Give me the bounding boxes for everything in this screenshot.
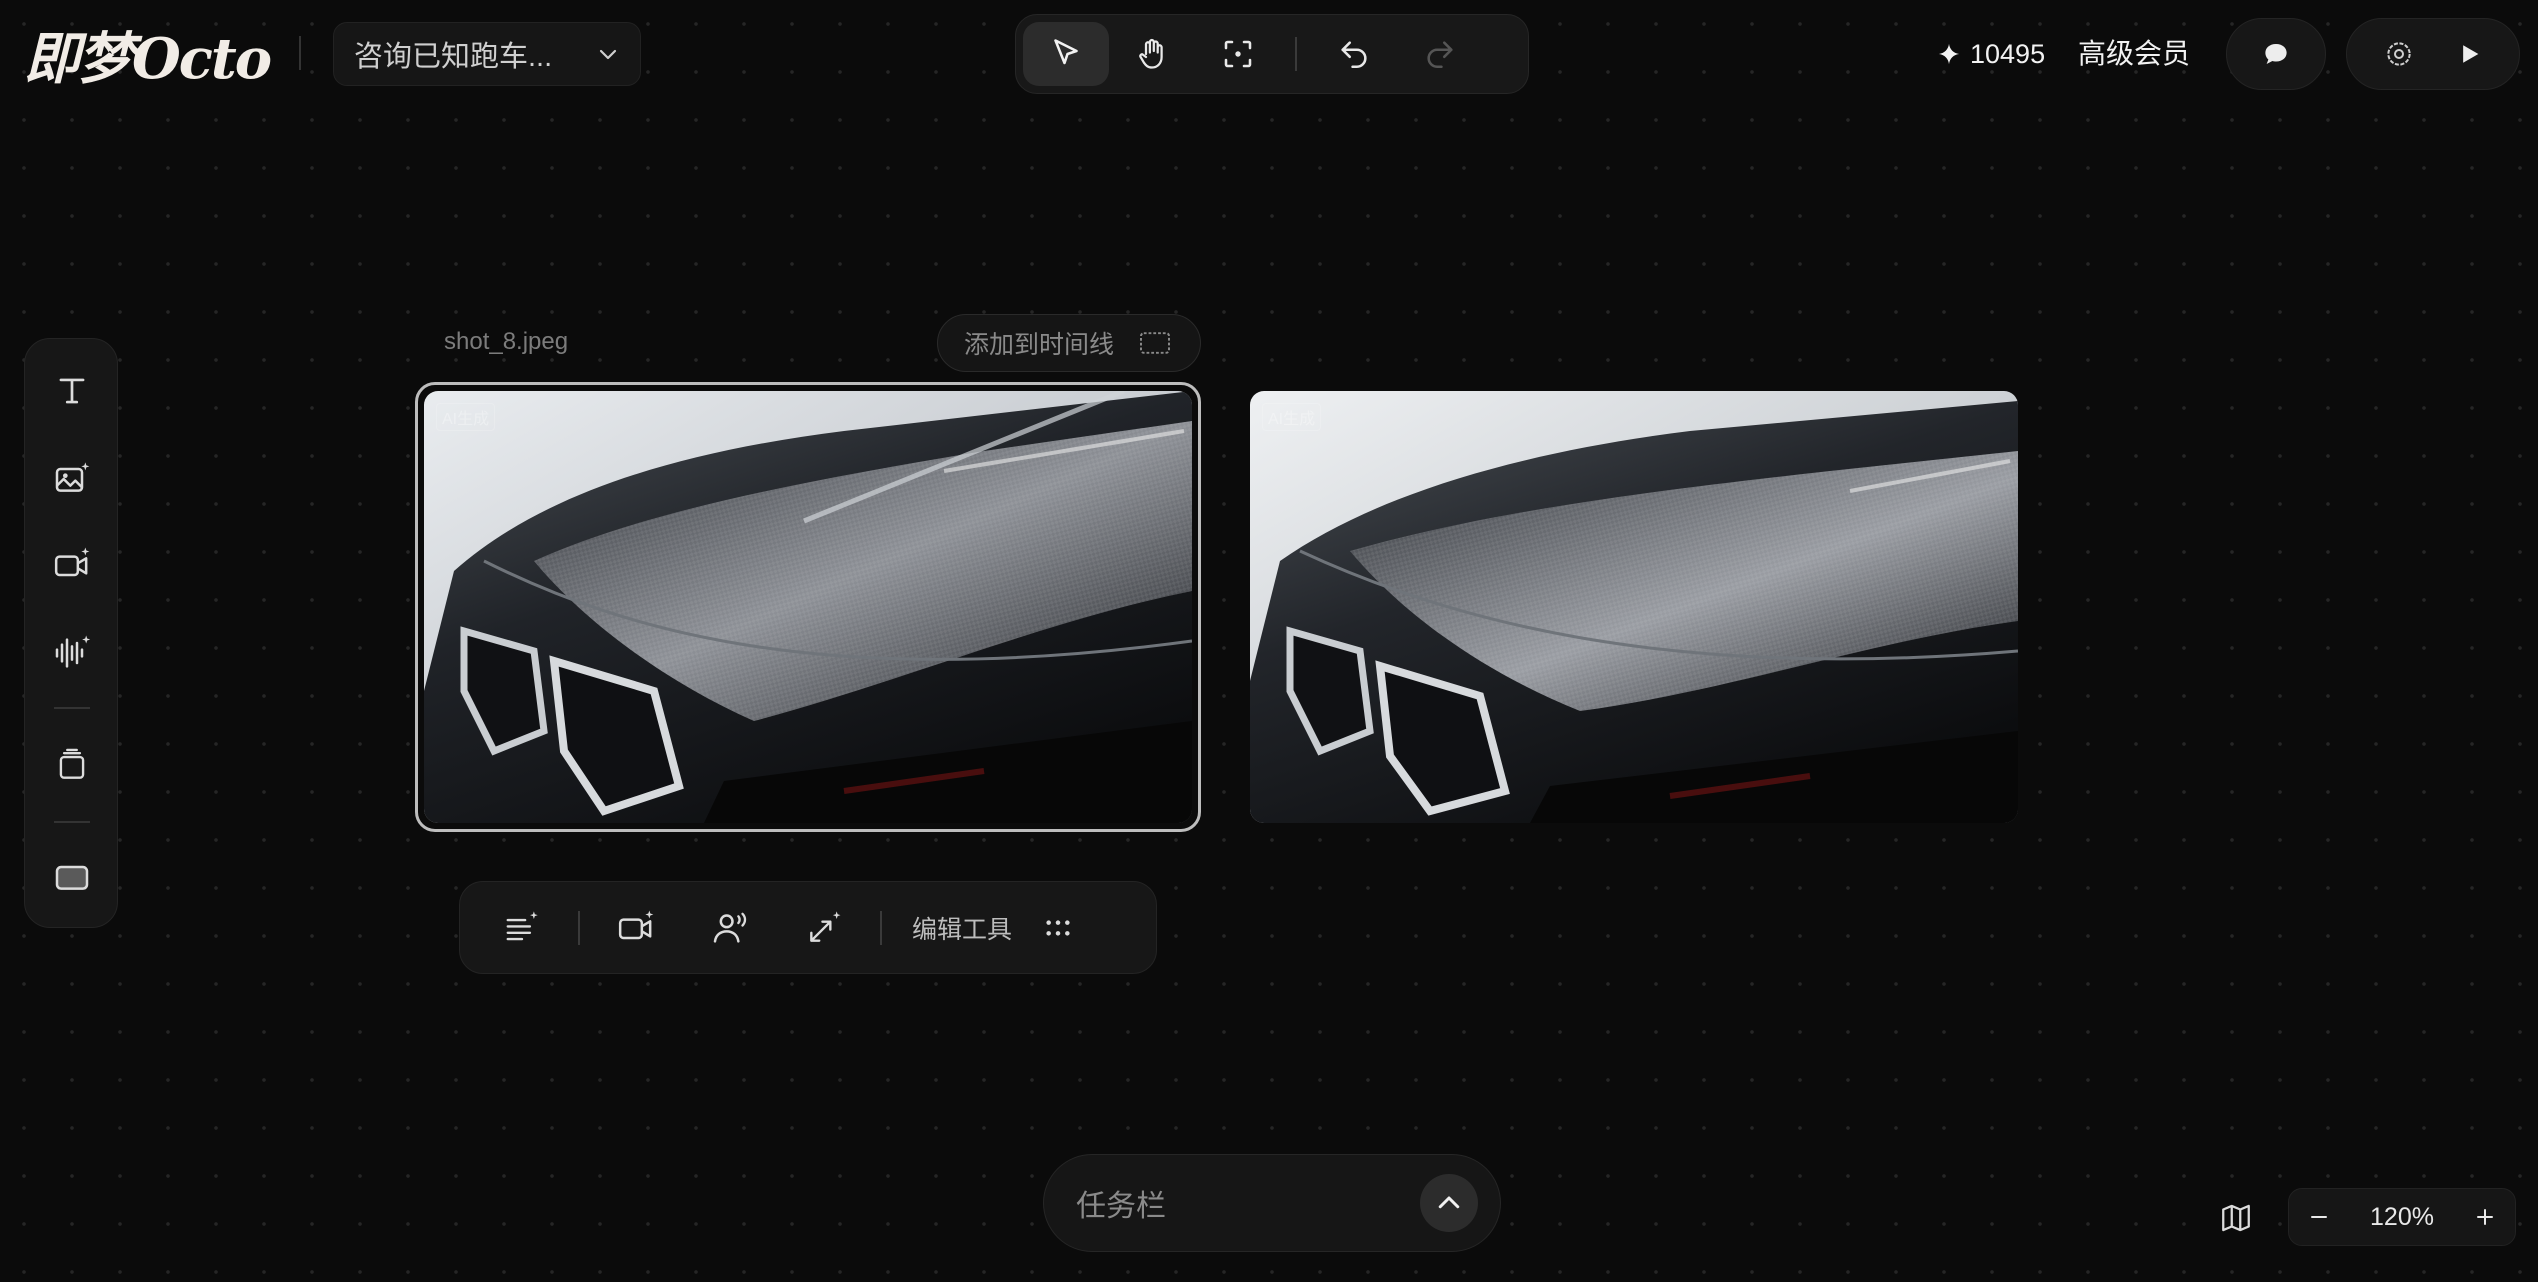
layers-button[interactable] [42,735,102,795]
more-tools-button[interactable] [1026,898,1090,958]
person-speaking-icon [710,908,750,948]
zoom-in-button[interactable] [2465,1197,2505,1237]
chat-bubble-icon [2261,39,2291,69]
add-to-timeline-label: 添加到时间线 [964,331,1115,359]
layers-icon [53,746,91,784]
focus-frame-icon [1220,36,1256,72]
frame-icon [52,857,92,897]
focus-tool-button[interactable] [1195,22,1281,86]
image-to-video-button[interactable] [604,898,668,958]
taskbar-panel[interactable]: 任务栏 [1043,1154,1501,1252]
settings-icon [2383,38,2415,70]
video-ai-icon [52,545,92,585]
frame-button[interactable] [42,847,102,907]
video-ai-icon [616,908,656,948]
chevron-up-icon [1434,1188,1464,1218]
sparkle-icon [1938,43,1960,65]
zoom-out-button[interactable] [2299,1197,2339,1237]
left-toolbar [24,338,118,928]
plus-icon [2473,1205,2497,1229]
map-icon [2219,1201,2253,1235]
header-divider [299,36,301,70]
describe-image-button[interactable] [490,898,554,958]
audio-ai-icon [52,633,92,673]
image-toolbar-divider [880,910,882,945]
ai-generated-tag: AI生成 [436,403,496,431]
text-tool-button[interactable] [42,361,102,421]
image-toolbar: 编辑工具 [459,881,1157,974]
selected-file-name: shot_8.jpeg [444,328,569,355]
zoom-level[interactable]: 120% [2370,1203,2434,1232]
pointer-icon [1048,36,1084,72]
video-generate-button[interactable] [42,535,102,595]
minimap-button[interactable] [2214,1196,2258,1240]
project-title: 咨询已知跑车... [354,41,553,73]
play-button[interactable] [2455,40,2483,68]
taskbar-label: 任务栏 [1076,1190,1166,1223]
left-toolbar-divider [54,707,90,709]
play-icon [2455,40,2483,68]
add-to-timeline-button[interactable]: 添加到时间线 [937,314,1201,372]
car-rear-image [424,391,1192,823]
image-generate-button[interactable] [42,449,102,509]
car-rear-image [1250,391,2018,823]
hand-tool-button[interactable] [1109,22,1195,86]
image-ai-icon [52,459,92,499]
logo-text: 即梦Octo [24,25,272,92]
voice-avatar-button[interactable] [698,898,762,958]
redo-icon [1423,37,1457,71]
zoom-control: 120% [2288,1188,2516,1246]
audio-generate-button[interactable] [42,623,102,683]
canvas-toolbar [1015,14,1529,94]
undo-button[interactable] [1311,22,1397,86]
pointer-tool-button[interactable] [1023,22,1109,86]
left-toolbar-divider [54,821,90,823]
toolbar-divider [1295,37,1297,71]
project-selector[interactable]: 咨询已知跑车... [333,22,641,86]
membership-link[interactable]: 高级会员 [2078,32,2190,72]
app-logo[interactable]: 即梦Octo [24,20,272,92]
text-tool-icon [53,372,91,410]
upscale-button[interactable] [792,898,856,958]
text-lines-ai-icon [503,909,541,947]
ai-generated-tag: AI生成 [1262,403,1322,431]
redo-button[interactable] [1397,22,1483,86]
settings-run-group [2346,18,2520,90]
expand-ai-icon [805,909,843,947]
undo-icon [1337,37,1371,71]
minus-icon [2307,1205,2331,1229]
credits-display[interactable]: 10495 [1938,34,2045,74]
edit-tools-button[interactable]: 编辑工具 [912,910,1012,946]
settings-button[interactable] [2383,38,2415,70]
canvas-image[interactable]: AI生成 [1250,391,2018,823]
chat-button[interactable] [2226,18,2326,90]
image-toolbar-divider [578,910,580,945]
timeline-film-icon [1138,329,1172,357]
hand-icon [1134,36,1170,72]
taskbar-expand-button[interactable] [1420,1174,1478,1232]
chevron-down-icon [596,42,620,66]
canvas-image-selected[interactable]: AI生成 [424,391,1192,823]
credits-count: 10495 [1970,38,2046,69]
dots-grid-icon [1042,912,1074,944]
